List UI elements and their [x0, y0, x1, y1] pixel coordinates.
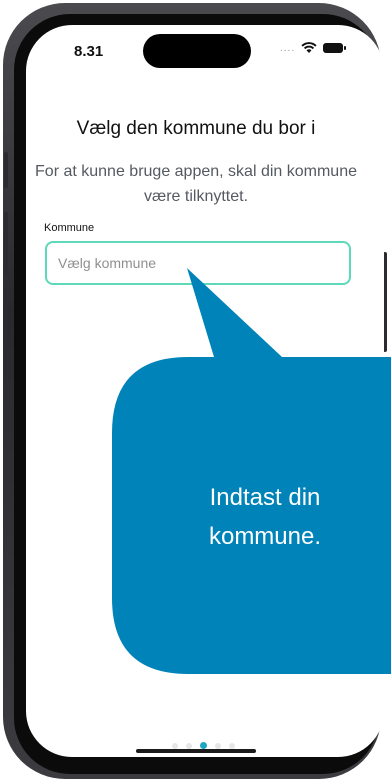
tooltip-bubble: [112, 268, 391, 674]
tooltip-line-2: kommune.: [208, 523, 322, 550]
tooltip-text: Indtast din kommune.: [150, 478, 380, 556]
tooltip-line-1: Indtast din: [209, 484, 321, 511]
